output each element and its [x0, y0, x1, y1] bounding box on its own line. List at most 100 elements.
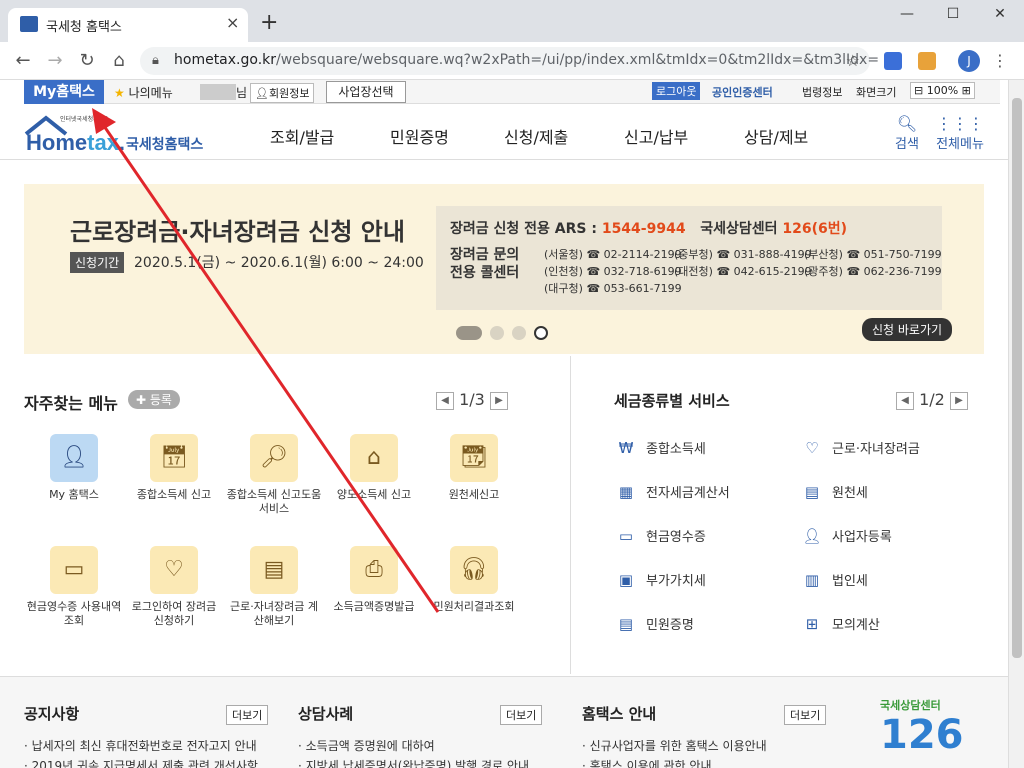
fav-item[interactable]: 🎧︎ 민원처리결과조회: [426, 546, 522, 614]
cert-center-link[interactable]: 공인인증센터: [712, 84, 773, 100]
scrollbar-thumb[interactable]: [1012, 98, 1022, 658]
extension-check-icon[interactable]: [884, 52, 902, 70]
hometax-logo[interactable]: Hometax. 인터넷국세청서비스 국세청홈택스: [24, 112, 214, 156]
prev-page-icon[interactable]: ◀: [896, 391, 914, 410]
fav-item[interactable]: 🔎︎ 종합소득세 신고도움 서비스: [226, 434, 322, 516]
notice-item[interactable]: · 2019년 귀속 지급명세서 제출 관련 개선사항: [24, 757, 270, 768]
tax-item[interactable]: ▣ 부가가치세: [614, 570, 784, 592]
register-button[interactable]: ✚ 등록: [128, 390, 180, 409]
search-button[interactable]: 🔍︎ 검색: [892, 114, 922, 152]
fav-item[interactable]: 📅︎ 종합소득세 신고: [126, 434, 222, 502]
close-tab-icon[interactable]: ×: [226, 13, 239, 32]
fav-item[interactable]: ▤ 근로·자녀장려금 계산해보기: [226, 546, 322, 628]
heart-icon: ♡: [805, 439, 819, 457]
gnb-item-report[interactable]: 신고/납부: [624, 124, 688, 148]
page-indicator: 1/2: [919, 390, 945, 409]
fav-item[interactable]: ⎙ 소득금액증명발급: [326, 546, 422, 614]
fav-item[interactable]: 👤︎ My 홈택스: [26, 434, 122, 502]
heart-hand-icon: ♡: [150, 546, 198, 594]
guide-item[interactable]: · 신규사업자를 위한 홈택스 이용안내: [582, 737, 828, 754]
gnb-item-apply[interactable]: 신청/제출: [504, 124, 568, 148]
close-window-icon[interactable]: ✕: [985, 6, 1015, 26]
my-menu-link[interactable]: ★ 나의메뉴: [114, 84, 173, 101]
maximize-icon[interactable]: ☐: [938, 6, 968, 26]
logout-button[interactable]: 로그아웃: [652, 82, 701, 100]
guide-item[interactable]: · 홈택스 이용에 관한 안내: [582, 757, 828, 768]
zoom-out-icon[interactable]: ⊟: [914, 84, 923, 97]
document-icon: ▤: [618, 615, 634, 633]
next-page-icon[interactable]: ▶: [949, 391, 968, 410]
fav-label: 현금영수증 사용내역조회: [26, 600, 122, 627]
address-bar[interactable]: 🔒︎ hometax.go.kr/websquare/websquare.wq?…: [140, 47, 879, 75]
svg-text:Hometax.: Hometax.: [26, 130, 125, 155]
tax-item[interactable]: ▤ 민원증명: [614, 614, 784, 636]
consult-item[interactable]: · 소득금액 증명원에 대하여: [298, 737, 544, 754]
person-icon: 👤︎: [255, 87, 269, 100]
browser-toolbar: ← → ↻ ⌂ 🔒︎ hometax.go.kr/websquare/websq…: [0, 42, 1024, 80]
promo-banner[interactable]: 근로장려금·자녀장려금 신청 안내 신청기간 2020.5.1(금) ~ 202…: [24, 184, 984, 354]
fav-item[interactable]: 📆︎ 원천세신고: [426, 434, 522, 502]
profile-avatar[interactable]: J: [958, 50, 980, 72]
member-info-button[interactable]: 👤︎회원정보: [250, 83, 315, 103]
call-center-126-banner[interactable]: 국세상담센터 126: [880, 697, 984, 768]
carousel-stop-icon[interactable]: [534, 325, 548, 340]
carousel-dot[interactable]: [512, 325, 526, 340]
reload-icon[interactable]: ↻: [76, 50, 98, 71]
guide-more-button[interactable]: 더보기: [784, 705, 827, 725]
fav-item[interactable]: ♡ 로그인하여 장려금 신청하기: [126, 546, 222, 628]
tax-label: 사업자등록: [832, 530, 892, 545]
consult-item[interactable]: · 지방세 납세증명서(완납증명) 발행 경로 안내: [298, 757, 544, 768]
next-page-icon[interactable]: ▶: [489, 391, 508, 410]
minimize-icon[interactable]: —: [892, 6, 922, 26]
gnb-item-inquiry[interactable]: 조회/발급: [270, 124, 334, 148]
consult-title: 상담사례: [298, 705, 354, 723]
tax-item[interactable]: ▥ 법인세: [800, 570, 970, 592]
tax-item[interactable]: ▤ 원천세: [800, 482, 970, 504]
browser-tab[interactable]: 국세청 홈택스 ×: [8, 8, 248, 42]
fav-item[interactable]: ▭ 현금영수증 사용내역조회: [26, 546, 122, 628]
carousel-dot[interactable]: [490, 325, 504, 340]
all-menu-button[interactable]: ⋮⋮⋮ 전체메뉴: [934, 114, 986, 152]
consult-item-label: 소득금액 증명원에 대하여: [305, 739, 435, 753]
utility-bar: My홈택스 ★ 나의메뉴 님 👤︎회원정보 사업장선택 로그아웃 공인인증센터 …: [24, 80, 1000, 104]
tax-label: 현금영수증: [646, 530, 706, 545]
extension-lock-icon[interactable]: [918, 52, 936, 70]
section-divider: [570, 356, 571, 674]
gnb-item-consult[interactable]: 상담/제보: [744, 124, 808, 148]
tax-item[interactable]: ♡ 근로·자녀장려금: [800, 438, 970, 460]
gnb-item-certificate[interactable]: 민원증명: [390, 124, 449, 148]
back-icon[interactable]: ←: [12, 50, 34, 71]
tax-item[interactable]: ₩ 종합소득세: [614, 438, 784, 460]
home-icon[interactable]: ⌂: [108, 50, 130, 71]
consult-more-button[interactable]: 더보기: [500, 705, 543, 725]
business-select-button[interactable]: 사업장선택: [326, 81, 406, 103]
new-tab-button[interactable]: +: [260, 12, 278, 34]
forward-icon[interactable]: →: [44, 50, 66, 71]
lock-icon[interactable]: 🔒︎: [152, 53, 159, 68]
my-hometax-button[interactable]: My홈택스: [24, 80, 104, 104]
call-center-label: 장려금 문의 전용 콜센터: [450, 247, 520, 281]
fav-item[interactable]: ⌂ 양도소득세 신고: [326, 434, 422, 502]
fav-label: 소득금액증명발급: [333, 600, 415, 613]
law-info-link[interactable]: 법령정보: [802, 84, 842, 100]
tax-label: 종합소득세: [646, 442, 706, 457]
zoom-control[interactable]: ⊟ 100% ⊞: [910, 82, 975, 99]
plus-icon: ✚: [136, 393, 147, 407]
screen-size-label: 화면크기: [856, 86, 897, 99]
prev-page-icon[interactable]: ◀: [436, 391, 454, 410]
phone-item: (중부청) ☎ 031-888-4199: [674, 248, 812, 261]
tax-item[interactable]: ▭ 현금영수증: [614, 526, 784, 548]
menu-icon[interactable]: ⋮: [992, 51, 1008, 70]
zoom-in-icon[interactable]: ⊞: [962, 84, 971, 97]
star-icon[interactable]: ☆: [846, 51, 860, 70]
tax-label: 부가가치세: [646, 574, 706, 589]
tax-item[interactable]: 👤︎ 사업자등록: [800, 526, 970, 548]
tax-item[interactable]: ⊞ 모의계산: [800, 614, 970, 636]
notice-item[interactable]: · 납세자의 최신 휴대전화번호로 전자고지 안내: [24, 737, 270, 754]
notice-more-button[interactable]: 더보기: [226, 705, 269, 725]
tax-item[interactable]: ▦ 전자세금계산서: [614, 482, 784, 504]
phone-item: (서울청) ☎ 02-2114-2199: [544, 248, 682, 261]
apply-shortcut-button[interactable]: 신청 바로가기: [862, 318, 953, 341]
page-scrollbar[interactable]: [1008, 80, 1024, 768]
carousel-dot[interactable]: [456, 325, 482, 340]
